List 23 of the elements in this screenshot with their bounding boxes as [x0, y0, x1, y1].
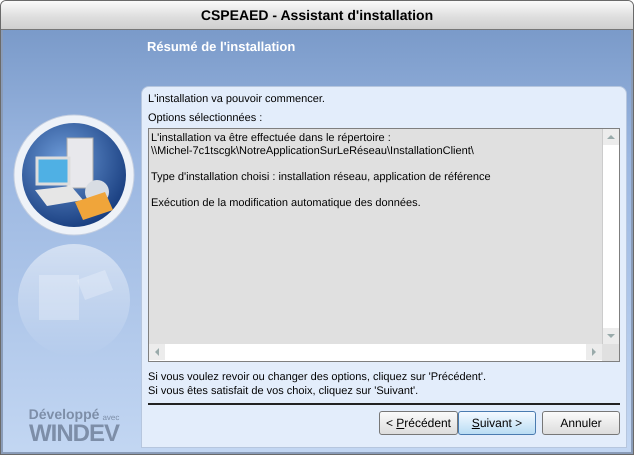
summary-line: L'installation va être effectuée dans le répertoire : — [151, 132, 392, 145]
options-label: Options sélectionnées : — [148, 112, 264, 124]
summary-line: \\Michel-7c1tscgk\NotreApplicationSurLeRéseau\InstallationClient\ — [151, 145, 475, 158]
logo-caption: avec — [102, 413, 120, 422]
horizontal-scrollbar[interactable] — [149, 344, 602, 361]
summary-line: Exécution de la modification automatique des données. — [151, 197, 422, 210]
hint-text: Si vous êtes satisfait de vos choix, cliquez sur 'Suivant'. — [148, 384, 420, 398]
intro-text: L'installation va pouvoir commencer. — [148, 93, 326, 105]
wizard-button[interactable]: Suivant > — [458, 411, 536, 435]
step-title: Résumé de l'installation — [146, 38, 296, 56]
wizard-button[interactable]: < Précédent — [378, 411, 458, 435]
summary-text-area[interactable] — [148, 128, 620, 362]
summary-line: Type d'installation choisi : installation réseau, application de référence — [151, 171, 492, 184]
scroll-down-icon[interactable] — [603, 328, 619, 344]
logo-caption: Développé — [28, 406, 100, 422]
wizard-button[interactable]: Annuler — [542, 411, 620, 435]
window-title: CSPEAED - Assistant d'installation — [200, 7, 434, 23]
scroll-right-icon[interactable] — [586, 344, 602, 360]
hint-text: Si vous voulez revoir ou changer des options, cliquez sur 'Précédent'. — [148, 370, 488, 384]
scroll-up-icon[interactable] — [603, 129, 619, 145]
logo-wordmark: WINDEV — [29, 422, 119, 446]
scroll-left-icon[interactable] — [149, 344, 165, 360]
vertical-scrollbar[interactable] — [602, 129, 619, 344]
